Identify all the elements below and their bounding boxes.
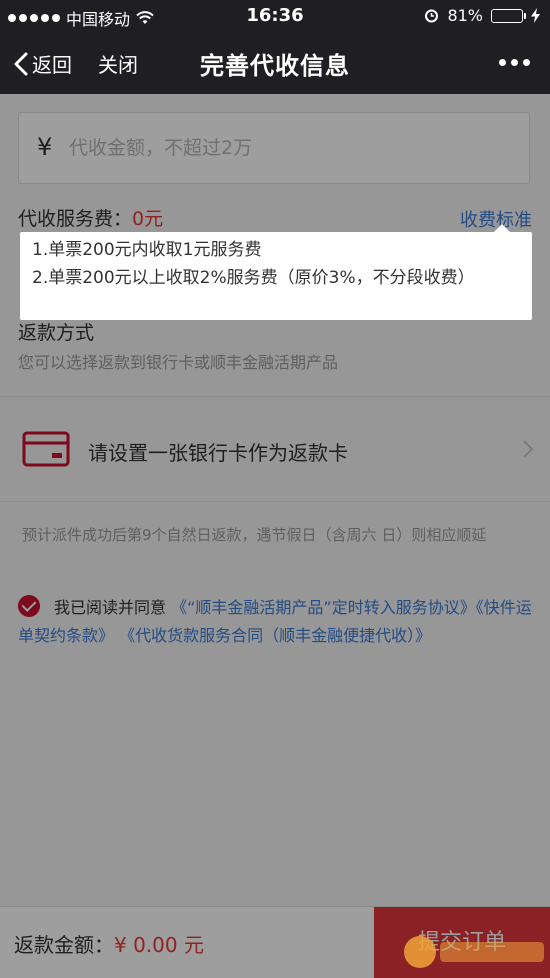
refund-amount-value: ¥ 0.00 元 (114, 933, 204, 957)
tooltip-line-1: 1.单票200元内收取1元服务费 (32, 240, 262, 260)
navigation-bar: 返回 关闭 完善代收信息 (0, 32, 550, 94)
service-fee-row: 代收服务费：0元 收费标准 (18, 204, 532, 234)
battery-percent: 81% (447, 6, 483, 25)
refund-method-section: 返款方式 您可以选择返款到银行卡或顺丰金融活期产品 (18, 318, 532, 373)
form-content: ¥ 代收服务费：0元 收费标准 返款方式 您可以选择返款到银行卡或顺丰金融活期产… (0, 94, 550, 906)
agreement-checkbox[interactable] (18, 595, 40, 617)
bank-card-icon (22, 431, 70, 467)
amount-input[interactable] (69, 127, 509, 169)
agreement-block: 我已阅读并同意 《“顺丰金融活期产品”定时转入服务协议》《快件运单契约条款》 《… (18, 594, 532, 650)
agreement-link-fund-transfer[interactable]: 《“顺丰金融活期产品”定时转入服务协议》 (171, 598, 476, 617)
agreement-link-cod-contract[interactable]: 《代收货款服务合同（顺丰金融便捷代收）》 (119, 626, 431, 645)
refund-amount-label: 返款金额： (14, 933, 114, 957)
refund-notice: 预计派件成功后第9个自然日返款，遇节假日（含周六 日）则相应顺延 (22, 526, 487, 544)
service-fee-value: 0元 (132, 208, 164, 230)
charging-icon (531, 8, 540, 23)
set-bank-card-row[interactable]: 请设置一张银行卡作为返款卡 (0, 397, 550, 501)
bank-card-label: 请设置一张银行卡作为返款卡 (88, 441, 348, 465)
tooltip-line-2: 2.单票200元以上收取2%服务费（原价3%，不分段收费） (32, 268, 475, 288)
alarm-icon (425, 9, 439, 23)
status-bar: 中国移动 16:36 81% (0, 0, 550, 32)
service-fee-label: 代收服务费： (18, 208, 133, 230)
divider (0, 501, 550, 502)
amount-field[interactable]: ¥ (18, 112, 530, 184)
refund-method-title: 返款方式 (18, 322, 95, 344)
currency-symbol: ¥ (37, 133, 53, 161)
chevron-right-icon (523, 440, 534, 458)
app-screen: 中国移动 16:36 81% 返回 关闭 完善代收信息 ¥ 代收金额，不超过2万… (0, 0, 550, 978)
battery-icon (491, 8, 526, 23)
agreement-prefix: 我已阅读并同意 (54, 598, 167, 617)
refund-amount: 返款金额：¥ 0.00 元 (14, 929, 204, 958)
bottom-bar: 返款金额：¥ 0.00 元 提交订单 (0, 906, 550, 978)
status-right: 81% (424, 6, 540, 25)
page-title: 完善代收信息 (200, 52, 350, 80)
submit-order-button[interactable]: 提交订单 (374, 907, 550, 978)
more-options-button[interactable] (499, 59, 530, 66)
refund-method-subtitle: 您可以选择返款到银行卡或顺丰金融活期产品 (18, 353, 339, 372)
fee-standard-tooltip: 1.单票200元内收取1元服务费 2.单票200元以上收取2%服务费（原价3%，… (20, 224, 532, 320)
